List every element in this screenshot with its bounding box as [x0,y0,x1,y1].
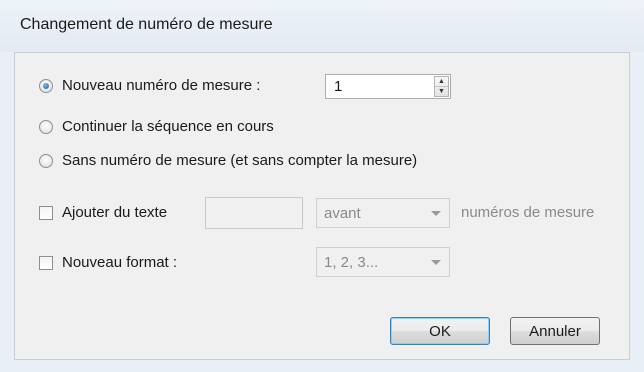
option-new-number[interactable]: Nouveau numéro de mesure : [39,77,260,94]
new-number-radio[interactable] [39,78,53,93]
chevron-down-icon [431,260,441,265]
add-text-label: Ajouter du texte [62,204,168,221]
text-position-select[interactable]: avant [316,198,450,228]
new-number-label: Nouveau numéro de mesure : [62,77,261,94]
continue-sequence-radio[interactable] [39,119,53,134]
measure-numbers-suffix-label: numéros de mesure [461,204,595,221]
dialog-title: Changement de numéro de mesure [20,16,273,33]
format-select[interactable]: 1, 2, 3... [316,247,450,277]
option-continue-sequence[interactable]: Continuer la séquence en cours [39,118,274,135]
ok-button[interactable]: OK [390,317,490,345]
increment-icon[interactable]: ▲ [435,77,448,87]
decrement-icon[interactable]: ▼ [435,87,448,96]
add-text-option[interactable]: Ajouter du texte [39,204,167,221]
measure-number-stepper[interactable]: 1 ▲ ▼ [325,74,451,99]
option-no-number[interactable]: Sans numéro de mesure (et sans compter l… [39,152,417,169]
text-position-value: avant [324,205,361,222]
stepper-buttons[interactable]: ▲ ▼ [434,76,449,97]
new-format-label: Nouveau format : [62,254,178,271]
chevron-down-icon [431,211,441,216]
new-format-option[interactable]: Nouveau format : [39,254,177,271]
continue-sequence-label: Continuer la séquence en cours [62,118,274,135]
cancel-button[interactable]: Annuler [510,317,600,345]
new-format-checkbox[interactable] [39,255,53,270]
no-number-label: Sans numéro de mesure (et sans compter l… [62,152,418,169]
dialog-content: Nouveau numéro de mesure : 1 ▲ ▼ Continu… [14,52,630,360]
title-bar: Changement de numéro de mesure [0,0,644,52]
no-number-radio[interactable] [39,153,53,168]
add-text-checkbox[interactable] [39,205,53,220]
format-value: 1, 2, 3... [324,254,379,271]
add-text-input[interactable] [205,197,303,229]
measure-number-value[interactable]: 1 [334,78,342,95]
measure-number-dialog: Changement de numéro de mesure Nouveau n… [0,0,644,372]
